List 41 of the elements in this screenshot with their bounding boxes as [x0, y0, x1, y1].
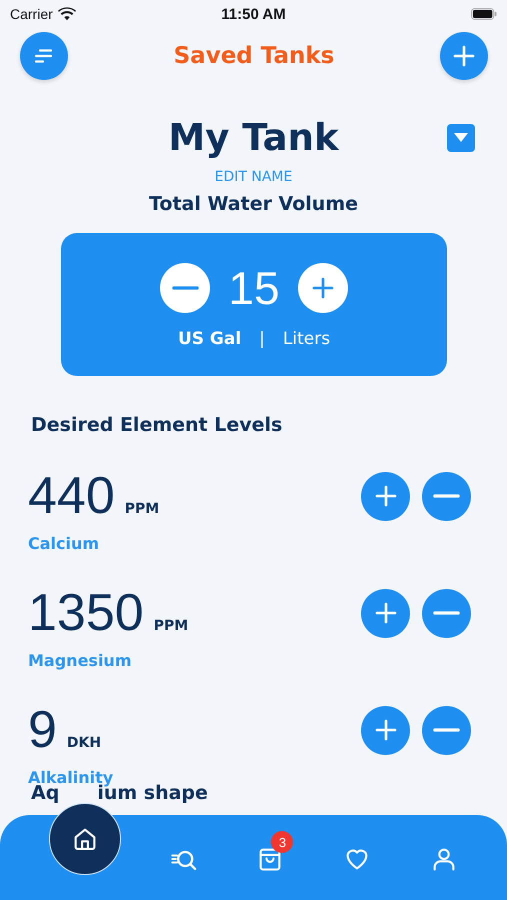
battery-icon — [470, 8, 497, 20]
section-heading: Desired Element Levels — [31, 414, 284, 436]
plus-button[interactable] — [361, 706, 410, 754]
minus-icon — [172, 286, 199, 290]
volume-value: 15 — [228, 260, 280, 314]
plus-icon — [374, 484, 398, 508]
minus-icon — [433, 611, 460, 615]
unit-separator: | — [259, 328, 265, 348]
edit-name-link[interactable]: EDIT NAME — [214, 169, 292, 185]
element-name: Magnesium — [28, 651, 132, 670]
minus-icon — [433, 494, 460, 498]
menu-button[interactable] — [20, 32, 68, 80]
plus-icon — [310, 276, 335, 300]
plus-button[interactable] — [361, 472, 410, 520]
status-time: 11:50 AM — [221, 6, 286, 22]
plus-button[interactable] — [361, 588, 410, 638]
dropdown-button[interactable] — [447, 124, 475, 152]
unit-label: PPM — [154, 618, 188, 634]
unit-toggle[interactable]: US Gal — [178, 328, 242, 348]
page-title: Saved Tanks — [174, 43, 334, 69]
minus-button[interactable] — [422, 588, 471, 638]
level-value: 440 — [28, 466, 115, 526]
unit-toggle[interactable]: Liters — [282, 328, 330, 348]
element-name: Calcium — [28, 534, 100, 553]
carrier-label: Carrier — [10, 6, 53, 22]
plus-icon — [374, 718, 398, 742]
minus-button[interactable] — [422, 706, 471, 754]
minus-button[interactable] — [422, 472, 471, 520]
count-badge: 3 — [271, 831, 294, 853]
tank-name: My Tank — [168, 116, 339, 159]
level-value: 9 — [28, 700, 57, 760]
wifi-icon — [58, 7, 76, 21]
section-heading: Total Water Volume — [148, 193, 360, 215]
plus-icon — [374, 601, 398, 625]
caret-icon — [454, 133, 468, 142]
plus-icon — [452, 44, 476, 68]
minus-icon — [433, 728, 460, 732]
add-button[interactable] — [440, 32, 488, 80]
unit-label: PPM — [124, 501, 160, 517]
level-value: 1350 — [28, 583, 144, 643]
unit-label: DKH — [66, 735, 102, 751]
